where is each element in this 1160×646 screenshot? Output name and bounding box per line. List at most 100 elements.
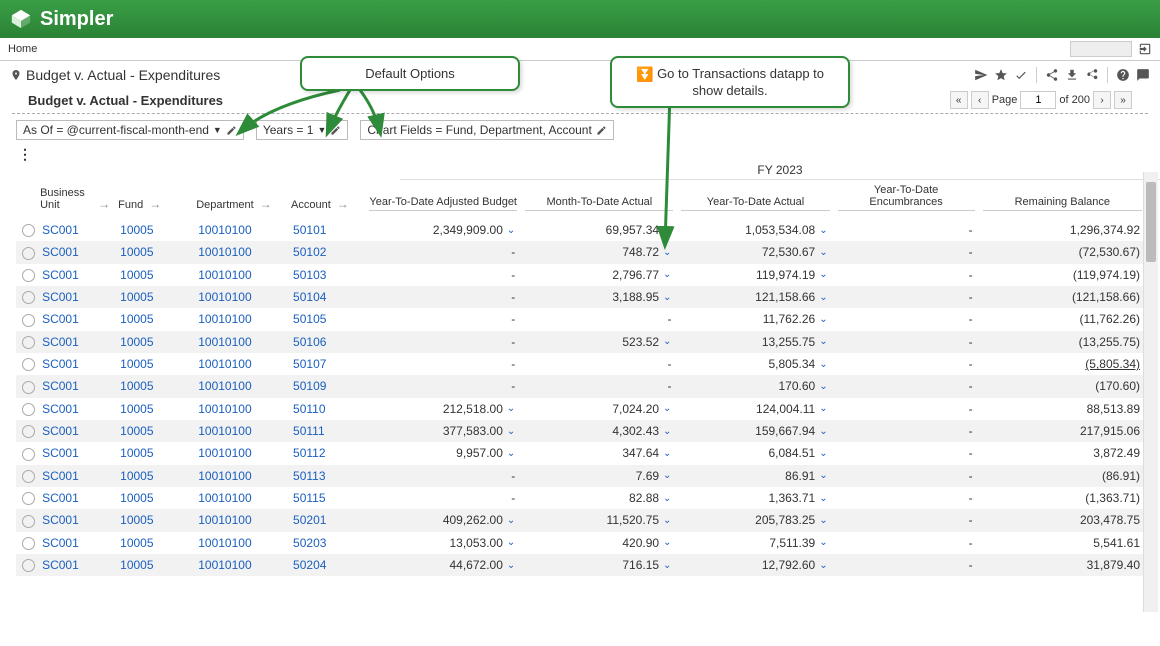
link-cell-bu[interactable]: SC001 (36, 375, 114, 397)
col-header-ytd-enc[interactable]: Year-To-Date Encumbrances (838, 184, 975, 211)
link-cell-acct[interactable]: 50204 (287, 554, 365, 576)
link-cell-bu[interactable]: SC001 (36, 532, 114, 554)
arrow-right-icon[interactable]: → (260, 197, 272, 211)
row-select-radio[interactable] (22, 358, 35, 371)
page-first-button[interactable]: « (950, 91, 968, 109)
filter-asof[interactable]: As Of = @current-fiscal-month-end ▼ (16, 120, 244, 140)
breadcrumb-home[interactable]: Home (8, 43, 37, 55)
link-cell-acct[interactable]: 50112 (287, 442, 365, 464)
download-icon[interactable] (1065, 68, 1079, 82)
drill-down-icon[interactable]: ⌄ (507, 448, 515, 459)
drill-down-icon[interactable]: ⌄ (663, 470, 671, 481)
link-cell-dept[interactable]: 10010100 (192, 398, 287, 420)
link-cell-fund[interactable]: 10005 (114, 420, 192, 442)
link-cell-acct[interactable]: 50107 (287, 353, 365, 375)
drill-down-icon[interactable]: ⌄ (663, 269, 671, 280)
row-select-radio[interactable] (22, 537, 35, 550)
drill-down-icon[interactable]: ⌄ (819, 336, 827, 347)
arrow-right-icon[interactable]: → (337, 197, 349, 211)
star-icon[interactable] (994, 68, 1008, 82)
link-cell-bu[interactable]: SC001 (36, 442, 114, 464)
drill-down-icon[interactable]: ⌄ (663, 403, 671, 414)
row-select-radio[interactable] (22, 291, 35, 304)
link-cell-fund[interactable]: 10005 (114, 219, 192, 241)
link-cell-dept[interactable]: 10010100 (192, 375, 287, 397)
col-header-account[interactable]: Account (291, 199, 331, 211)
link-cell-fund[interactable]: 10005 (114, 264, 192, 286)
drill-down-icon[interactable]: ⌄ (663, 225, 671, 236)
drill-down-icon[interactable]: ⌄ (663, 493, 671, 504)
drill-down-icon[interactable]: ⌄ (819, 403, 827, 414)
link-cell-bu[interactable]: SC001 (36, 353, 114, 375)
share-icon[interactable] (1045, 68, 1059, 82)
chevron-down-icon[interactable]: ▼ (213, 125, 222, 135)
link-cell-acct[interactable]: 50106 (287, 331, 365, 353)
arrow-right-icon[interactable]: → (98, 197, 110, 211)
drill-down-icon[interactable]: ⌄ (507, 515, 515, 526)
link-cell-fund[interactable]: 10005 (114, 487, 192, 509)
row-select-radio[interactable] (22, 448, 35, 461)
link-cell-acct[interactable]: 50109 (287, 375, 365, 397)
chevron-down-icon[interactable]: ▼ (317, 125, 326, 135)
drill-down-icon[interactable]: ⌄ (663, 448, 671, 459)
link-cell-bu[interactable]: SC001 (36, 554, 114, 576)
link-cell-dept[interactable]: 10010100 (192, 286, 287, 308)
drill-down-icon[interactable]: ⌄ (507, 403, 515, 414)
col-header-ytd-budget[interactable]: Year-To-Date Adjusted Budget (369, 196, 517, 211)
row-select-radio[interactable] (22, 314, 35, 327)
vertical-scrollbar[interactable] (1143, 172, 1158, 612)
link-cell-fund[interactable]: 10005 (114, 241, 192, 263)
drill-down-icon[interactable]: ⌄ (663, 426, 671, 437)
send-icon[interactable] (974, 68, 988, 82)
link-cell-bu[interactable]: SC001 (36, 465, 114, 487)
drill-down-icon[interactable]: ⌄ (819, 247, 827, 258)
page-number-input[interactable] (1020, 91, 1056, 109)
drill-down-icon[interactable]: ⌄ (819, 359, 827, 370)
col-header-ytd-actual[interactable]: Year-To-Date Actual (681, 196, 829, 211)
link-cell-fund[interactable]: 10005 (114, 554, 192, 576)
col-header-department[interactable]: Department (196, 199, 253, 211)
link-cell-acct[interactable]: 50203 (287, 532, 365, 554)
drill-down-icon[interactable]: ⌄ (819, 314, 827, 325)
filter-chartfields[interactable]: Chart Fields = Fund, Department, Account (360, 120, 613, 140)
drill-down-icon[interactable]: ⌄ (663, 537, 671, 548)
row-select-radio[interactable] (22, 336, 35, 349)
link-cell-dept[interactable]: 10010100 (192, 264, 287, 286)
comment-icon[interactable] (1136, 68, 1150, 82)
link-cell-dept[interactable]: 10010100 (192, 554, 287, 576)
drill-down-icon[interactable]: ⌄ (663, 292, 671, 303)
row-select-radio[interactable] (22, 224, 35, 237)
check-icon[interactable] (1014, 68, 1028, 82)
drill-down-icon[interactable]: ⌄ (507, 426, 515, 437)
col-header-business-unit[interactable]: Business Unit (40, 187, 92, 211)
link-cell-dept[interactable]: 10010100 (192, 219, 287, 241)
link-cell-fund[interactable]: 10005 (114, 375, 192, 397)
drill-down-icon[interactable]: ⌄ (819, 381, 827, 392)
link-cell-bu[interactable]: SC001 (36, 398, 114, 420)
link-cell-acct[interactable]: 50111 (287, 420, 365, 442)
drill-down-icon[interactable]: ⌄ (819, 269, 827, 280)
drill-down-icon[interactable]: ⌄ (819, 560, 827, 571)
link-cell-dept[interactable]: 10010100 (192, 532, 287, 554)
row-select-radio[interactable] (22, 403, 35, 416)
drill-down-icon[interactable]: ⌄ (507, 560, 515, 571)
drill-down-icon[interactable]: ⌄ (819, 448, 827, 459)
link-cell-acct[interactable]: 50113 (287, 465, 365, 487)
drill-down-icon[interactable]: ⌄ (819, 470, 827, 481)
link-cell-bu[interactable]: SC001 (36, 331, 114, 353)
more-options-icon[interactable]: ⋮ (0, 146, 1160, 163)
page-last-button[interactable]: » (1114, 91, 1132, 109)
drill-down-icon[interactable]: ⌄ (819, 225, 827, 236)
link-cell-bu[interactable]: SC001 (36, 241, 114, 263)
link-cell-dept[interactable]: 10010100 (192, 353, 287, 375)
link-cell-dept[interactable]: 10010100 (192, 509, 287, 531)
col-header-fund[interactable]: Fund (118, 199, 143, 211)
row-select-radio[interactable] (22, 247, 35, 260)
link-cell-dept[interactable]: 10010100 (192, 331, 287, 353)
drill-down-icon[interactable]: ⌄ (819, 426, 827, 437)
link-cell-bu[interactable]: SC001 (36, 219, 114, 241)
link-cell-fund[interactable]: 10005 (114, 353, 192, 375)
link-cell-fund[interactable]: 10005 (114, 442, 192, 464)
link-cell-acct[interactable]: 50104 (287, 286, 365, 308)
drill-down-icon[interactable]: ⌄ (819, 292, 827, 303)
